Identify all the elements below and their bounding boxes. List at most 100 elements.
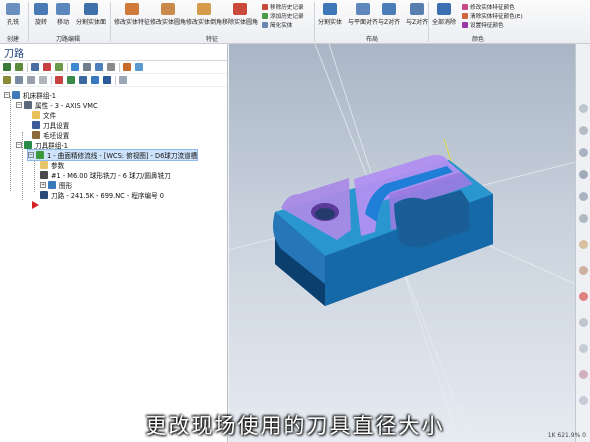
collapse-icon[interactable]: − bbox=[16, 142, 22, 148]
collapse-icon[interactable]: − bbox=[16, 102, 22, 108]
toggle-icon[interactable] bbox=[107, 63, 115, 71]
insert-arrow[interactable] bbox=[32, 200, 39, 210]
video-subtitle: 更改现场使用的刀具直径大小 bbox=[145, 414, 445, 438]
right-toolbar bbox=[575, 44, 590, 442]
tree-tool-settings[interactable]: 刀具设置 bbox=[32, 120, 69, 130]
select-dirty-icon[interactable] bbox=[15, 63, 23, 71]
tree-geometry[interactable]: + 图形 bbox=[40, 180, 72, 190]
align-z-icon bbox=[382, 3, 397, 15]
verify-icon[interactable] bbox=[71, 63, 79, 71]
add-history-item[interactable]: 添加历史记录 bbox=[262, 12, 304, 20]
edit-icon[interactable] bbox=[123, 63, 131, 71]
tree-properties[interactable]: − 属性 - 3 - AXIS VMC bbox=[16, 100, 98, 110]
tree-tool[interactable]: #1 - M6.00 球形铣刀 - 6 球刀/圆鼻铣刀 bbox=[40, 170, 171, 180]
set-feature-color-item[interactable]: 设置特征颜色 bbox=[462, 21, 504, 29]
graphics-viewport[interactable] bbox=[229, 44, 575, 442]
post-toggle-icon[interactable] bbox=[27, 76, 35, 84]
collapse-icon[interactable]: − bbox=[28, 152, 34, 158]
view-cube-icon[interactable] bbox=[579, 104, 588, 113]
modify-chamfer-icon bbox=[197, 3, 211, 15]
remove-history-icon bbox=[262, 4, 268, 10]
hide-icon[interactable] bbox=[15, 76, 23, 84]
zoom-icon[interactable] bbox=[579, 148, 588, 157]
tree-toolpath[interactable]: 刀路 - 241.5K - 699.NC - 程序编号 0 bbox=[40, 190, 164, 200]
group-label-color: 颜色 bbox=[472, 36, 485, 43]
panel-title: 刀路 bbox=[0, 44, 227, 61]
remove-fillet-button[interactable]: 移除实体圆角 bbox=[222, 3, 258, 26]
modify-fillet-icon bbox=[161, 3, 175, 15]
params-icon bbox=[40, 161, 48, 169]
tree-operation[interactable]: − 1 - 曲面精修流线 - [WCS: 俯视图] - D6球刀流道槽 bbox=[26, 149, 199, 161]
insert-arrow-icon bbox=[32, 201, 39, 209]
settings-icon[interactable] bbox=[579, 396, 588, 405]
remove-history-item[interactable]: 移除历史记录 bbox=[262, 3, 304, 11]
section-icon[interactable] bbox=[579, 214, 588, 223]
stock-icon bbox=[32, 131, 40, 139]
operation-check-icon[interactable] bbox=[36, 151, 44, 159]
view-icon[interactable] bbox=[103, 76, 111, 84]
help-icon[interactable] bbox=[135, 63, 143, 71]
align-z-button[interactable]: 与Z对齐 bbox=[378, 3, 400, 26]
tree-stock-settings[interactable]: 毛坯设置 bbox=[32, 130, 69, 140]
expand-icon[interactable]: + bbox=[40, 182, 46, 188]
full-remove-icon bbox=[437, 3, 451, 15]
remove-fillet-icon bbox=[233, 3, 247, 15]
expand-icon[interactable] bbox=[39, 76, 47, 84]
machine-group-icon bbox=[12, 91, 20, 99]
hole-icon bbox=[6, 3, 20, 15]
align-z2-icon bbox=[410, 3, 425, 15]
full-remove-button[interactable]: 全部消除 bbox=[432, 3, 456, 26]
select-all-icon[interactable] bbox=[3, 63, 11, 71]
orbit-icon[interactable] bbox=[579, 126, 588, 135]
panel-toolbar-1 bbox=[0, 61, 227, 74]
tree-toolpath-group[interactable]: − 刀具群组-1 bbox=[16, 140, 68, 150]
insert-icon[interactable] bbox=[79, 76, 87, 84]
remove-feature-color-item[interactable]: 清除实体特征颜色(E) bbox=[462, 12, 523, 20]
align-plane-button[interactable]: 与平面对齐 bbox=[348, 3, 378, 26]
align-z2-button[interactable]: 与Z对齐 bbox=[406, 3, 428, 26]
toolpath-group-icon bbox=[24, 141, 32, 149]
rotate-icon bbox=[34, 3, 48, 15]
pan-icon[interactable] bbox=[579, 170, 588, 179]
move-button[interactable]: 移动 bbox=[56, 3, 70, 26]
fit-icon[interactable] bbox=[579, 192, 588, 201]
regenerate-icon[interactable] bbox=[31, 63, 39, 71]
g1-icon[interactable] bbox=[95, 63, 103, 71]
modify-feature-button[interactable]: 修改实体特征 bbox=[114, 3, 150, 26]
split-solid-button[interactable]: 分割实体 bbox=[318, 3, 342, 26]
arrow-down-icon[interactable] bbox=[55, 76, 63, 84]
modify-chamfer-button[interactable]: 修改实体倒角 bbox=[186, 3, 222, 26]
split-face-button[interactable]: 分割实体面 bbox=[76, 3, 106, 26]
shading-icon[interactable] bbox=[579, 240, 588, 249]
post-icon[interactable] bbox=[83, 63, 91, 71]
display-icon[interactable] bbox=[119, 76, 127, 84]
move-icon bbox=[56, 3, 70, 15]
ribbon: 孔铣 旋转 移动 分割实体面 修改实体特征 修改实体圆角 修改实体倒角 移除实体… bbox=[0, 0, 590, 44]
group-label-layout: 布局 bbox=[366, 36, 379, 43]
palette-icon bbox=[462, 4, 468, 10]
wireframe-icon[interactable] bbox=[579, 266, 588, 275]
lock-icon[interactable] bbox=[3, 76, 11, 84]
modify-fillet-button[interactable]: 修改实体圆角 bbox=[150, 3, 186, 26]
tree-machine-group[interactable]: − 机床群组-1 bbox=[4, 90, 56, 100]
layer-icon[interactable] bbox=[579, 318, 588, 327]
group-label-feature: 特征 bbox=[206, 36, 219, 43]
filter-icon[interactable] bbox=[91, 76, 99, 84]
tree-params[interactable]: 参数 bbox=[40, 160, 64, 170]
arrow-up-icon[interactable] bbox=[67, 76, 75, 84]
split-face-icon bbox=[84, 3, 98, 15]
color-icon[interactable] bbox=[579, 292, 588, 301]
panel-toolbar-2 bbox=[0, 74, 227, 87]
simulate-icon[interactable] bbox=[55, 63, 63, 71]
eraser-icon bbox=[462, 13, 468, 19]
modify-feature-color-item[interactable]: 修改实体特征颜色 bbox=[462, 3, 515, 11]
simplify-solid-item[interactable]: 简化实体 bbox=[262, 21, 292, 29]
measure-icon[interactable] bbox=[579, 344, 588, 353]
regenerate-dirty-icon[interactable] bbox=[43, 63, 51, 71]
hole-mill-button[interactable]: 孔铣 bbox=[6, 3, 20, 26]
rotate-button[interactable]: 旋转 bbox=[34, 3, 48, 26]
collapse-icon[interactable]: − bbox=[4, 92, 10, 98]
analyze-icon[interactable] bbox=[579, 370, 588, 379]
tree-files[interactable]: 文件 bbox=[32, 110, 56, 120]
geometry-icon bbox=[48, 181, 56, 189]
